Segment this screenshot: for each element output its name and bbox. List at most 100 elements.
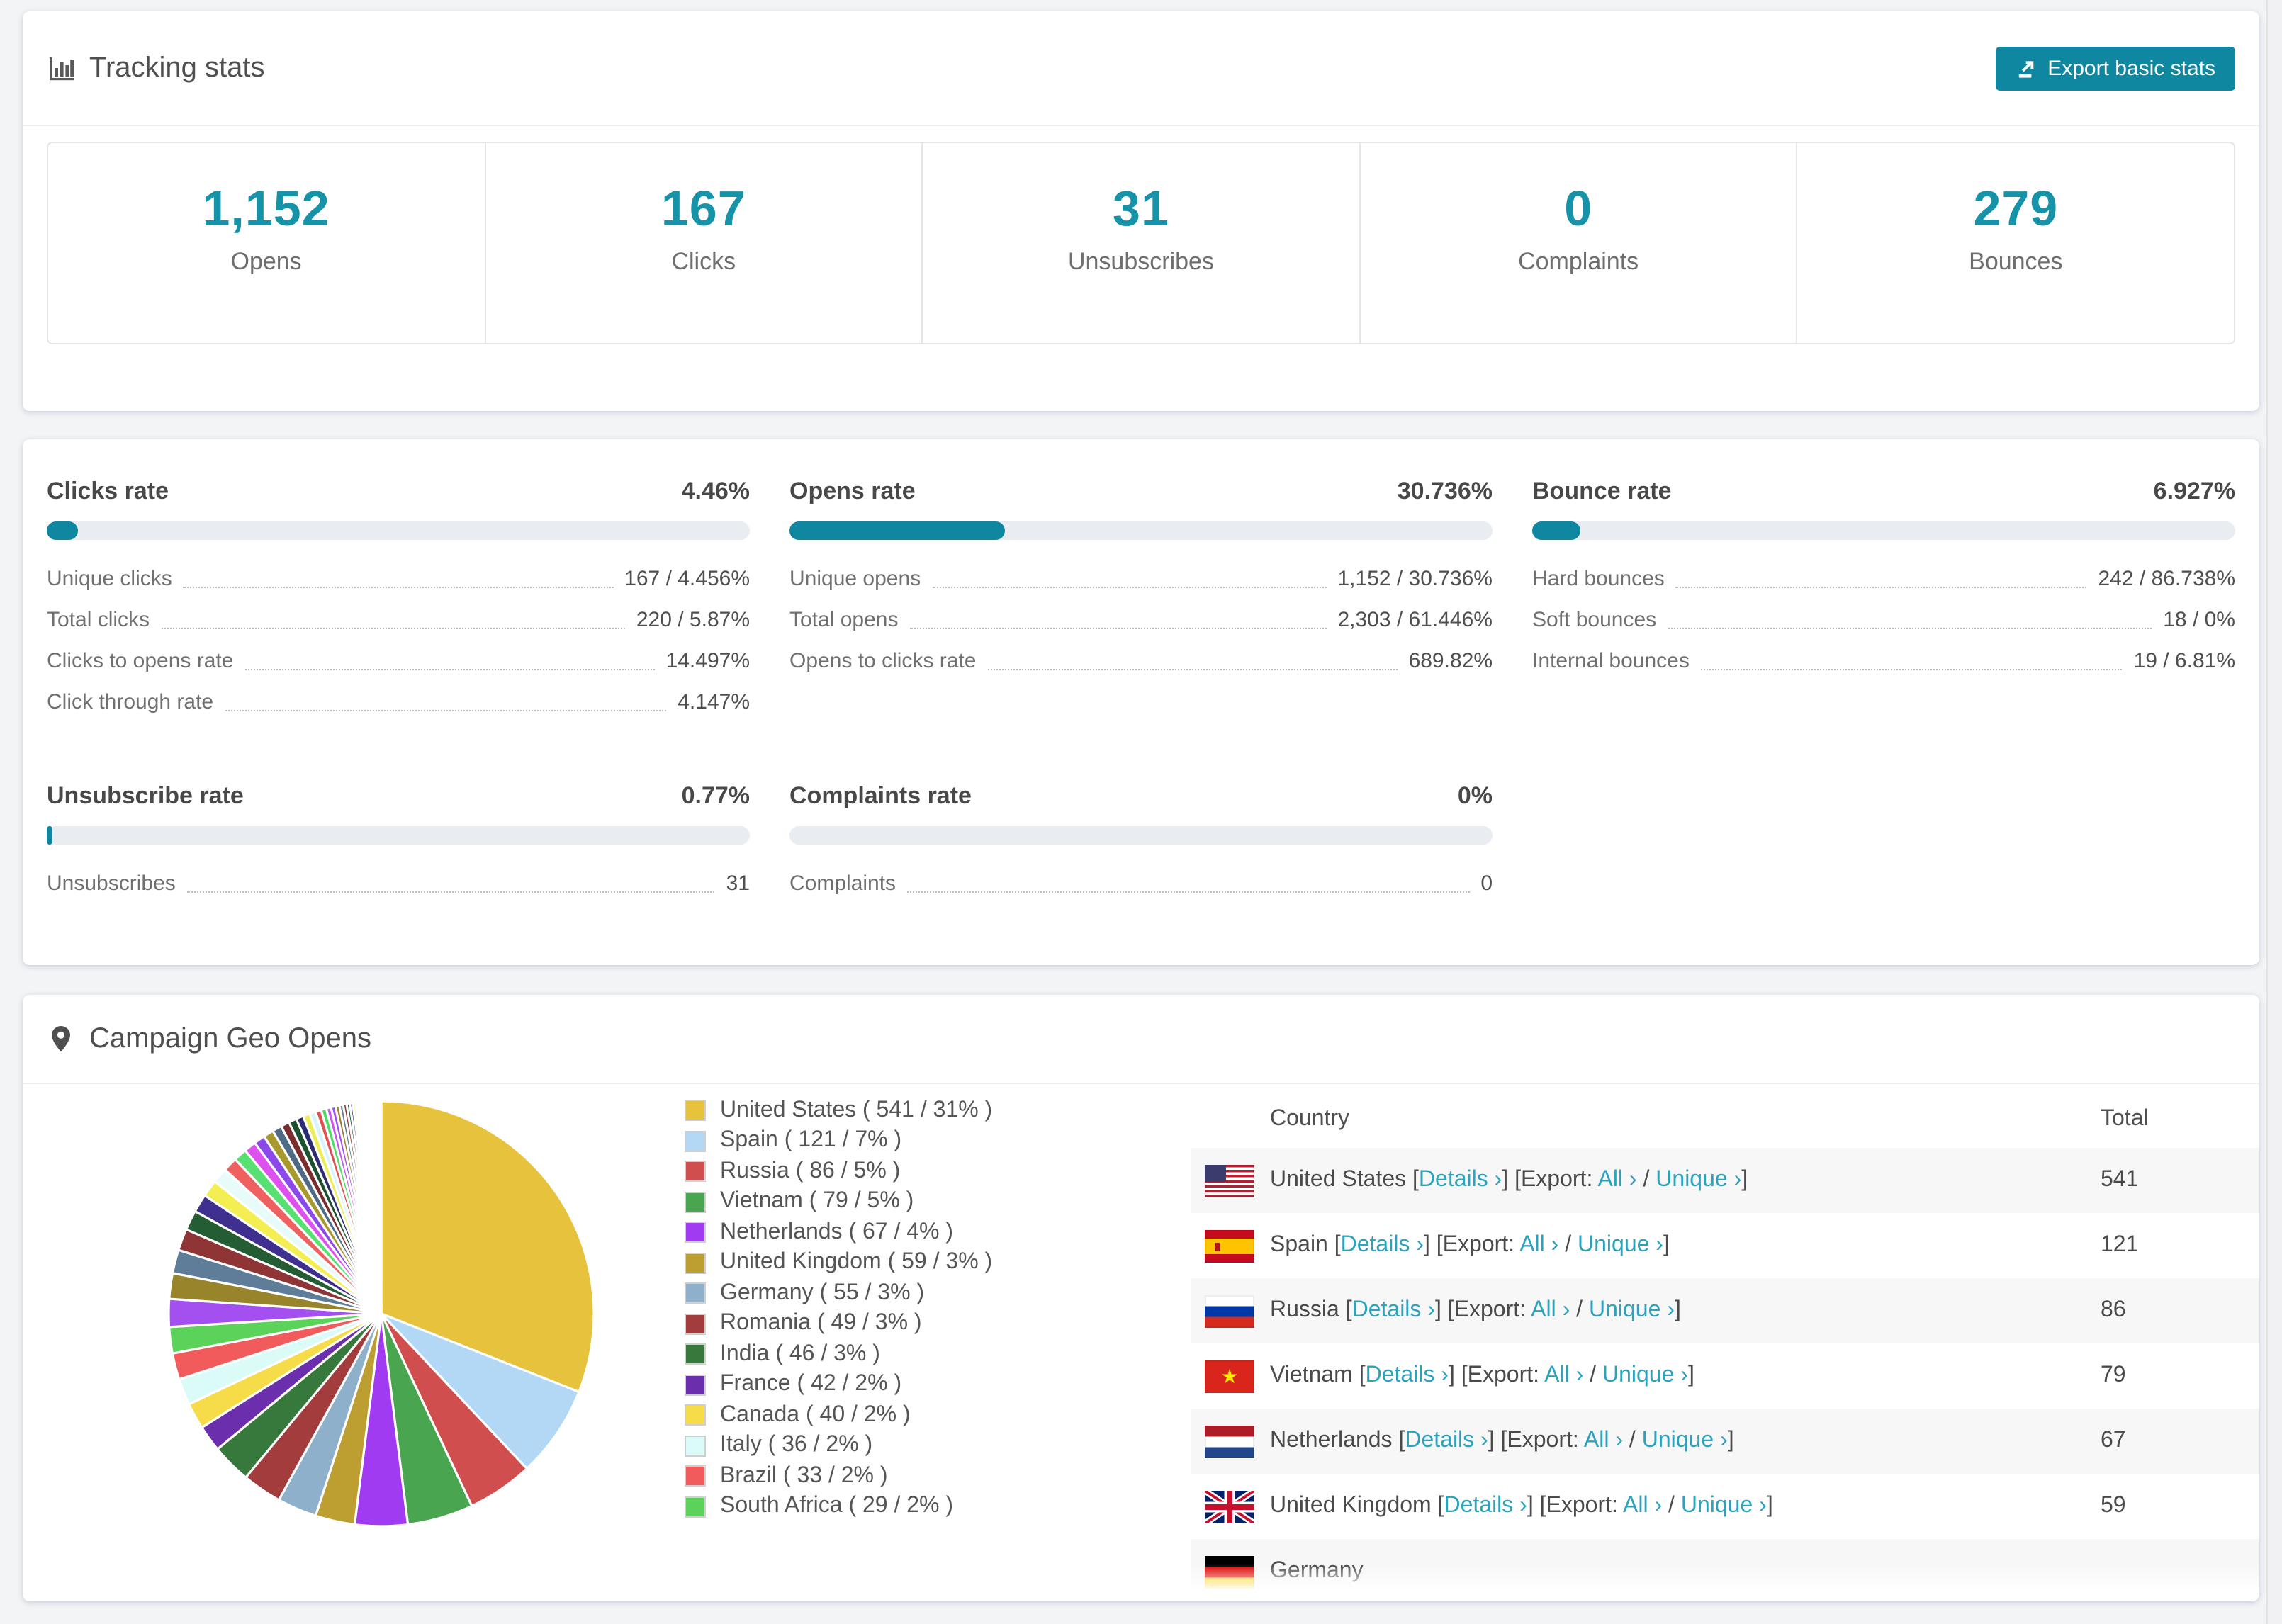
- geo-table-row-netherlands: Netherlands [Details ›] [Export: All › /…: [1191, 1409, 2259, 1474]
- legend-item-netherlands[interactable]: Netherlands ( 67 / 4% ): [685, 1217, 992, 1248]
- rate-row-value: 0: [1480, 872, 1493, 896]
- legend-item-germany[interactable]: Germany ( 55 / 3% ): [685, 1278, 992, 1309]
- stat-label: Bounces: [1969, 248, 2063, 275]
- export-all-link[interactable]: All ›: [1597, 1168, 1636, 1192]
- united-kingdom-flag-icon: [1205, 1490, 1254, 1523]
- country-name: United Kingdom: [1270, 1494, 1432, 1518]
- details-link[interactable]: Details ›: [1366, 1363, 1449, 1387]
- stat-box-opens: 1,152 Opens: [48, 143, 484, 343]
- legend-swatch: [685, 1282, 706, 1304]
- export-unique-link[interactable]: Unique ›: [1642, 1428, 1728, 1453]
- pie-legend: United States ( 541 / 31% ) Spain ( 121 /…: [685, 1095, 992, 1522]
- details-link[interactable]: Details ›: [1444, 1494, 1527, 1518]
- export-unique-link[interactable]: Unique ›: [1578, 1233, 1663, 1257]
- export-basic-stats-button[interactable]: Export basic stats: [1995, 46, 2235, 90]
- details-link[interactable]: Details ›: [1419, 1168, 1502, 1192]
- details-link[interactable]: Details ›: [1352, 1298, 1435, 1322]
- legend-item-south-africa[interactable]: South Africa ( 29 / 2% ): [685, 1492, 992, 1522]
- tracking-stats-header: Tracking stats Export basic stats: [23, 11, 2259, 126]
- export-all-link[interactable]: All ›: [1531, 1298, 1570, 1322]
- rate-percent-value: 30.736%: [1397, 478, 1493, 504]
- dotted-leader: [244, 669, 655, 670]
- country-column-header: Country: [1270, 1107, 1350, 1131]
- legend-item-brazil[interactable]: Brazil ( 33 / 2% ): [685, 1461, 992, 1492]
- rate-row-soft-bounces: Soft bounces 18 / 0%: [1532, 599, 2235, 641]
- rate-rows: Unique opens 1,152 / 30.736% Total opens 2,…: [789, 558, 1493, 682]
- rate-row-unsubscribes: Unsubscribes 31: [47, 863, 750, 904]
- legend-label: Brazil ( 33 / 2% ): [720, 1463, 888, 1488]
- legend-item-spain[interactable]: Spain ( 121 / 7% ): [685, 1126, 992, 1156]
- legend-label: United States ( 541 / 31% ): [720, 1098, 993, 1122]
- legend-item-france[interactable]: France ( 42 / 2% ): [685, 1370, 992, 1400]
- legend-swatch: [685, 1161, 706, 1183]
- bottom-fade: [23, 1564, 2259, 1601]
- legend-label: Germany ( 55 / 3% ): [720, 1280, 925, 1305]
- rate-row-hard-bounces: Hard bounces 242 / 86.738%: [1532, 558, 2235, 599]
- rate-row-value: 14.497%: [665, 649, 750, 673]
- legend-label: Spain ( 121 / 7% ): [720, 1128, 902, 1153]
- export-all-link[interactable]: All ›: [1544, 1363, 1583, 1387]
- details-link[interactable]: Details ›: [1405, 1428, 1488, 1453]
- legend-item-vietnam[interactable]: Vietnam ( 79 / 5% ): [685, 1187, 992, 1217]
- dotted-leader: [225, 710, 667, 711]
- geo-opens-pie-chart: [167, 1100, 595, 1528]
- legend-swatch: [685, 1313, 706, 1335]
- stats-row: 1,152 Opens 167 Clicks 31 Unsubscribes 0 Compla…: [47, 142, 2235, 344]
- legend-label: Russia ( 86 / 5% ): [720, 1158, 901, 1183]
- rate-row-clicks-to-opens-rate: Clicks to opens rate 14.497%: [47, 641, 750, 682]
- rate-rows: Hard bounces 242 / 86.738% Soft bounces 18 …: [1532, 558, 2235, 682]
- rate-row-value: 18 / 0%: [2163, 608, 2235, 632]
- legend-item-canada[interactable]: Canada ( 40 / 2% ): [685, 1400, 992, 1431]
- rate-row-value: 2,303 / 61.446%: [1337, 608, 1493, 632]
- dotted-leader: [186, 891, 715, 893]
- rate-percent-value: 6.927%: [2153, 478, 2235, 504]
- rate-block-clicks-rate: Clicks rate 4.46% Unique clicks 167 / 4.456…: [47, 475, 750, 723]
- legend-item-united-kingdom[interactable]: United Kingdom ( 59 / 3% ): [685, 1248, 992, 1278]
- bar-chart-icon: [47, 54, 75, 82]
- rate-row-opens-to-clicks-rate: Opens to clicks rate 689.82%: [789, 641, 1493, 682]
- legend-swatch: [685, 1465, 706, 1487]
- map-pin-icon: [47, 1025, 75, 1053]
- rate-rows: Unique clicks 167 / 4.456% Total clicks 220…: [47, 558, 750, 723]
- rate-header: Bounce rate 6.927%: [1532, 475, 2235, 509]
- rate-title: Complaints rate: [789, 782, 972, 809]
- legend-item-united-states[interactable]: United States ( 541 / 31% ): [685, 1095, 992, 1126]
- country-name: Russia: [1270, 1298, 1339, 1322]
- export-all-link[interactable]: All ›: [1584, 1428, 1623, 1453]
- export-all-link[interactable]: All ›: [1623, 1494, 1662, 1518]
- export-unique-link[interactable]: Unique ›: [1602, 1363, 1688, 1387]
- stat-value: 31: [1113, 181, 1169, 237]
- details-link[interactable]: Details ›: [1341, 1233, 1424, 1257]
- rate-header: Unsubscribe rate 0.77%: [47, 779, 750, 813]
- country-cell: Netherlands [Details ›] [Export: All › /…: [1270, 1428, 1734, 1453]
- legend-swatch: [685, 1343, 706, 1365]
- export-unique-link[interactable]: Unique ›: [1656, 1168, 1741, 1192]
- dotted-leader: [161, 628, 625, 629]
- country-name: United States: [1270, 1168, 1407, 1192]
- stat-box-complaints: 0 Complaints: [1359, 143, 1797, 343]
- legend-item-india[interactable]: India ( 46 / 3% ): [685, 1339, 992, 1370]
- export-all-link[interactable]: All ›: [1519, 1233, 1558, 1257]
- export-unique-link[interactable]: Unique ›: [1681, 1494, 1767, 1518]
- country-cell: United States [Details ›] [Export: All ›…: [1270, 1168, 1748, 1192]
- legend-item-romania[interactable]: Romania ( 49 / 3% ): [685, 1309, 992, 1339]
- legend-item-italy[interactable]: Italy ( 36 / 2% ): [685, 1431, 992, 1461]
- dotted-leader: [907, 891, 1470, 893]
- campaign-geo-opens-card: Campaign Geo Opens United States ( 541 /…: [23, 995, 2259, 1601]
- rates-card: Clicks rate 4.46% Unique clicks 167 / 4.456…: [23, 439, 2259, 965]
- rate-row-label: Total clicks: [47, 608, 150, 632]
- rate-row-label: Total opens: [789, 608, 899, 632]
- legend-label: Romania ( 49 / 3% ): [720, 1311, 922, 1336]
- export-unique-link[interactable]: Unique ›: [1589, 1298, 1675, 1322]
- united-states-flag-icon: [1205, 1164, 1254, 1197]
- rate-row-label: Click through rate: [47, 690, 214, 714]
- rate-row-label: Complaints: [789, 872, 896, 896]
- stat-value: 279: [1973, 181, 2059, 237]
- page-scrollbar[interactable]: [2266, 0, 2282, 1624]
- legend-item-russia[interactable]: Russia ( 86 / 5% ): [685, 1156, 992, 1187]
- rate-row-value: 689.82%: [1408, 649, 1493, 673]
- rate-header: Clicks rate 4.46%: [47, 475, 750, 509]
- legend-label: Canada ( 40 / 2% ): [720, 1402, 911, 1427]
- spain-flag-icon: [1205, 1229, 1254, 1262]
- legend-swatch: [685, 1435, 706, 1457]
